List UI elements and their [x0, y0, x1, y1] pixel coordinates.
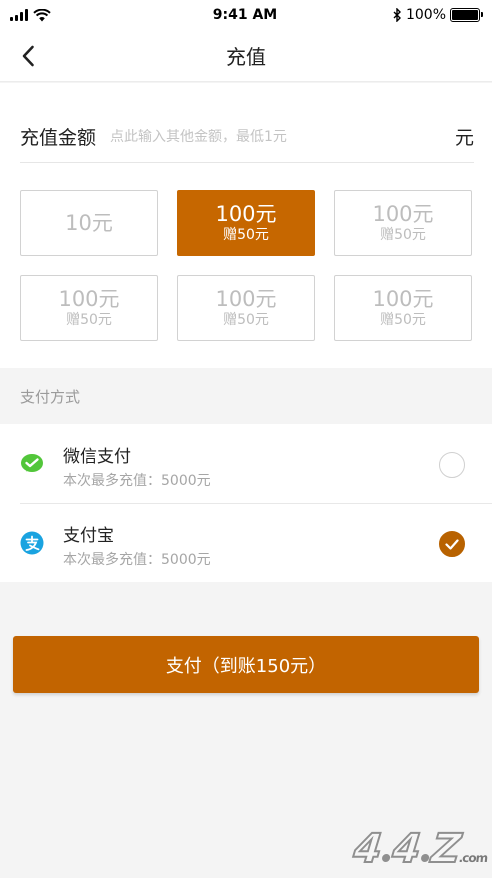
amount-option-100[interactable]: 100元 赠50元	[334, 190, 472, 256]
payment-method-wechat[interactable]: 微信支付 本次最多充值：5000元	[0, 424, 492, 503]
amount-option-100[interactable]: 100元 赠50元	[177, 275, 315, 341]
option-amount: 100元	[215, 202, 277, 226]
nav-bar: 充值	[0, 30, 492, 82]
battery-level	[452, 10, 478, 20]
option-amount: 100元	[58, 287, 120, 311]
payment-method-name: 支付宝	[63, 526, 114, 546]
option-bonus: 赠50元	[380, 312, 426, 328]
page-title: 充值	[226, 45, 266, 69]
amount-section: 充值金额 元 10元 100元 赠50元 100元 赠50元 100元 赠50元…	[0, 83, 492, 368]
wifi-icon	[33, 8, 51, 21]
signal-icon	[10, 9, 28, 21]
status-bar: 9:41 AM 100%	[0, 0, 492, 30]
option-amount: 100元	[215, 287, 277, 311]
radio-button[interactable]	[439, 452, 465, 478]
pay-button[interactable]: 支付（到账150元）	[13, 636, 479, 693]
status-time: 9:41 AM	[212, 7, 278, 23]
battery-percent: 100%	[405, 7, 446, 23]
amount-input[interactable]	[110, 128, 455, 145]
amount-row: 充值金额 元	[20, 111, 474, 163]
wechat-pay-icon	[21, 454, 43, 472]
amount-option-100-selected[interactable]: 100元 赠50元	[177, 190, 315, 256]
payment-method-name: 微信支付	[63, 447, 131, 467]
option-bonus: 赠50元	[223, 312, 269, 328]
battery-icon	[450, 8, 483, 22]
back-button[interactable]	[12, 40, 44, 72]
payment-method-alipay[interactable]: 支付宝 本次最多充值：5000元	[0, 503, 492, 582]
watermark-logo: 4 4 Z.com	[350, 825, 488, 873]
option-amount: 100元	[372, 202, 434, 226]
option-bonus: 赠50元	[223, 227, 269, 243]
bluetooth-icon	[393, 8, 401, 22]
option-amount: 10元	[65, 211, 113, 235]
amount-unit: 元	[454, 127, 474, 149]
amount-option-100[interactable]: 100元 赠50元	[20, 275, 158, 341]
amount-label: 充值金额	[20, 127, 97, 149]
checkmark-icon	[445, 538, 459, 550]
chevron-left-icon	[22, 45, 34, 67]
radio-button-checked[interactable]	[439, 531, 465, 557]
option-bonus: 赠50元	[66, 312, 112, 328]
amount-option-10[interactable]: 10元	[20, 190, 158, 256]
payment-method-limit: 本次最多充值：5000元	[63, 473, 211, 489]
payment-method-limit: 本次最多充值：5000元	[63, 552, 211, 568]
payment-method-list: 微信支付 本次最多充值：5000元 支付宝 本次最多充值：5000元	[0, 424, 492, 582]
option-bonus: 赠50元	[380, 227, 426, 243]
payment-section-title: 支付方式	[20, 387, 81, 406]
option-amount: 100元	[372, 287, 434, 311]
alipay-icon	[20, 531, 44, 555]
amount-option-100[interactable]: 100元 赠50元	[334, 275, 472, 341]
